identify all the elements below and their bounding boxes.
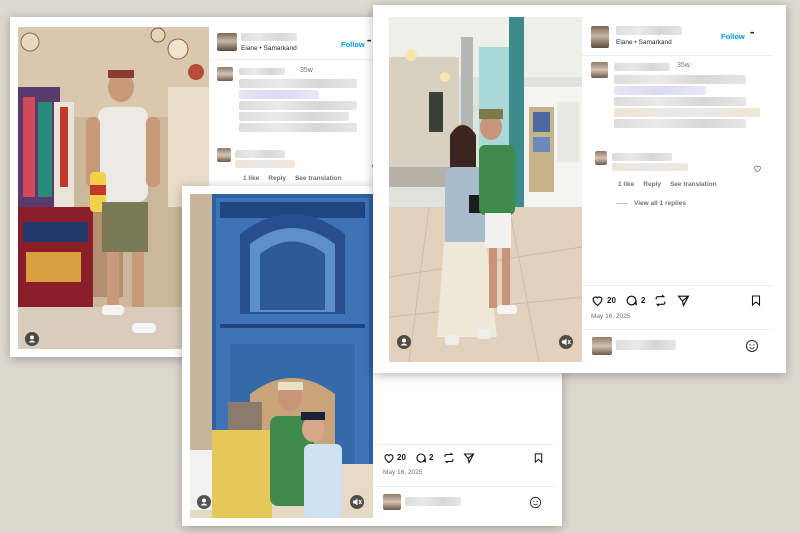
museum-photo-illustration bbox=[389, 17, 582, 362]
repost-icon[interactable] bbox=[654, 294, 667, 307]
comment-text-redacted-1 bbox=[239, 79, 357, 88]
reply-link[interactable]: Reply bbox=[643, 181, 661, 188]
comment-input-redacted[interactable] bbox=[405, 497, 461, 506]
comment-text-redacted-4 bbox=[239, 112, 349, 121]
actions-divider bbox=[373, 444, 554, 445]
emoji-picker-icon[interactable] bbox=[529, 496, 542, 509]
reply-name-redacted bbox=[235, 150, 285, 158]
share-send-icon[interactable] bbox=[463, 452, 475, 464]
post-photo-museum[interactable] bbox=[389, 17, 582, 362]
repost-icon[interactable] bbox=[443, 452, 455, 464]
comment-like-count[interactable]: 1 like bbox=[243, 175, 259, 182]
see-translation-link[interactable]: See translation bbox=[295, 175, 342, 182]
comment-like-heart-icon[interactable] bbox=[753, 164, 762, 173]
post-side-panel: Elane • Samarkand Follow ••• 35w 1 like R… bbox=[582, 17, 772, 362]
market-photo-illustration bbox=[18, 27, 209, 349]
comment-meta-row: 1 like Reply See translation bbox=[618, 181, 726, 188]
commenter-avatar[interactable] bbox=[217, 67, 233, 81]
comment-text-redacted-2 bbox=[239, 90, 319, 99]
author-avatar[interactable] bbox=[217, 33, 237, 51]
see-translation-link[interactable]: See translation bbox=[670, 181, 717, 188]
reply-name-redacted bbox=[612, 153, 672, 161]
author-name-redacted bbox=[241, 33, 297, 41]
comment-text-redacted-5 bbox=[614, 119, 746, 128]
user-tag-icon[interactable] bbox=[397, 335, 411, 349]
author-location[interactable]: Elane • Samarkand bbox=[241, 45, 297, 52]
header-divider bbox=[209, 59, 384, 60]
comment-age: 35w bbox=[677, 62, 690, 69]
follow-button[interactable]: Follow bbox=[721, 32, 745, 41]
comment-bubble-icon[interactable] bbox=[625, 294, 638, 307]
viewer-avatar[interactable] bbox=[383, 494, 401, 510]
comment-meta-row: 1 like Reply See translation bbox=[243, 175, 351, 182]
view-replies-link[interactable]: View all 1 replies bbox=[634, 200, 686, 207]
comment-text-redacted-1 bbox=[614, 75, 746, 84]
save-bookmark-icon[interactable] bbox=[750, 294, 762, 307]
header-divider bbox=[582, 55, 772, 56]
author-name-redacted bbox=[616, 26, 682, 35]
author-avatar[interactable] bbox=[591, 26, 609, 48]
comment-age: 35w bbox=[300, 67, 313, 74]
user-tag-icon[interactable] bbox=[25, 332, 39, 346]
like-count[interactable]: 20 bbox=[607, 296, 616, 305]
composer-divider bbox=[582, 329, 772, 330]
view-replies-line bbox=[616, 203, 628, 204]
post-screenshot-museum: Elane • Samarkand Follow ••• 35w 1 like R… bbox=[373, 5, 786, 373]
comment-text-redacted-3 bbox=[614, 97, 746, 106]
comment-text-redacted-3 bbox=[239, 101, 357, 110]
viewer-avatar[interactable] bbox=[592, 337, 612, 355]
mute-audio-icon[interactable] bbox=[559, 335, 573, 349]
post-date: May 16, 2025 bbox=[383, 469, 423, 476]
user-tag-icon[interactable] bbox=[197, 495, 211, 509]
reply-text-redacted bbox=[612, 163, 688, 171]
save-bookmark-icon[interactable] bbox=[533, 452, 544, 464]
reply-text-redacted bbox=[235, 160, 295, 168]
follow-button[interactable]: Follow bbox=[341, 40, 365, 49]
reply-avatar[interactable] bbox=[217, 148, 231, 162]
commenter-name-redacted bbox=[239, 68, 285, 75]
commenter-avatar[interactable] bbox=[591, 62, 608, 78]
reply-avatar[interactable] bbox=[595, 151, 607, 165]
comment-input-redacted[interactable] bbox=[616, 340, 676, 350]
mosque-photo-illustration bbox=[190, 194, 373, 518]
comment-count[interactable]: 2 bbox=[429, 453, 433, 462]
reply-link[interactable]: Reply bbox=[268, 175, 286, 182]
mute-audio-icon[interactable] bbox=[350, 495, 364, 509]
post-photo-mosque[interactable] bbox=[190, 194, 373, 518]
composer-divider bbox=[373, 486, 554, 487]
comment-text-redacted-4 bbox=[614, 108, 760, 117]
share-send-icon[interactable] bbox=[677, 294, 690, 307]
like-heart-icon[interactable] bbox=[383, 452, 395, 464]
like-count[interactable]: 20 bbox=[397, 453, 406, 462]
post-photo-market[interactable] bbox=[18, 27, 209, 349]
commenter-name-redacted bbox=[614, 63, 670, 71]
more-options-icon[interactable]: ••• bbox=[367, 39, 371, 45]
like-heart-icon[interactable] bbox=[591, 294, 604, 307]
author-location[interactable]: Elane • Samarkand bbox=[616, 39, 672, 46]
actions-divider bbox=[582, 285, 772, 286]
comment-bubble-icon[interactable] bbox=[415, 452, 427, 464]
comment-like-count[interactable]: 1 like bbox=[618, 181, 634, 188]
comment-text-redacted-5 bbox=[239, 123, 357, 132]
comment-text-redacted-2 bbox=[614, 86, 706, 95]
emoji-picker-icon[interactable] bbox=[745, 339, 759, 353]
more-options-icon[interactable]: ••• bbox=[750, 31, 754, 37]
post-date: May 16, 2025 bbox=[591, 313, 631, 320]
comment-count[interactable]: 2 bbox=[641, 296, 645, 305]
